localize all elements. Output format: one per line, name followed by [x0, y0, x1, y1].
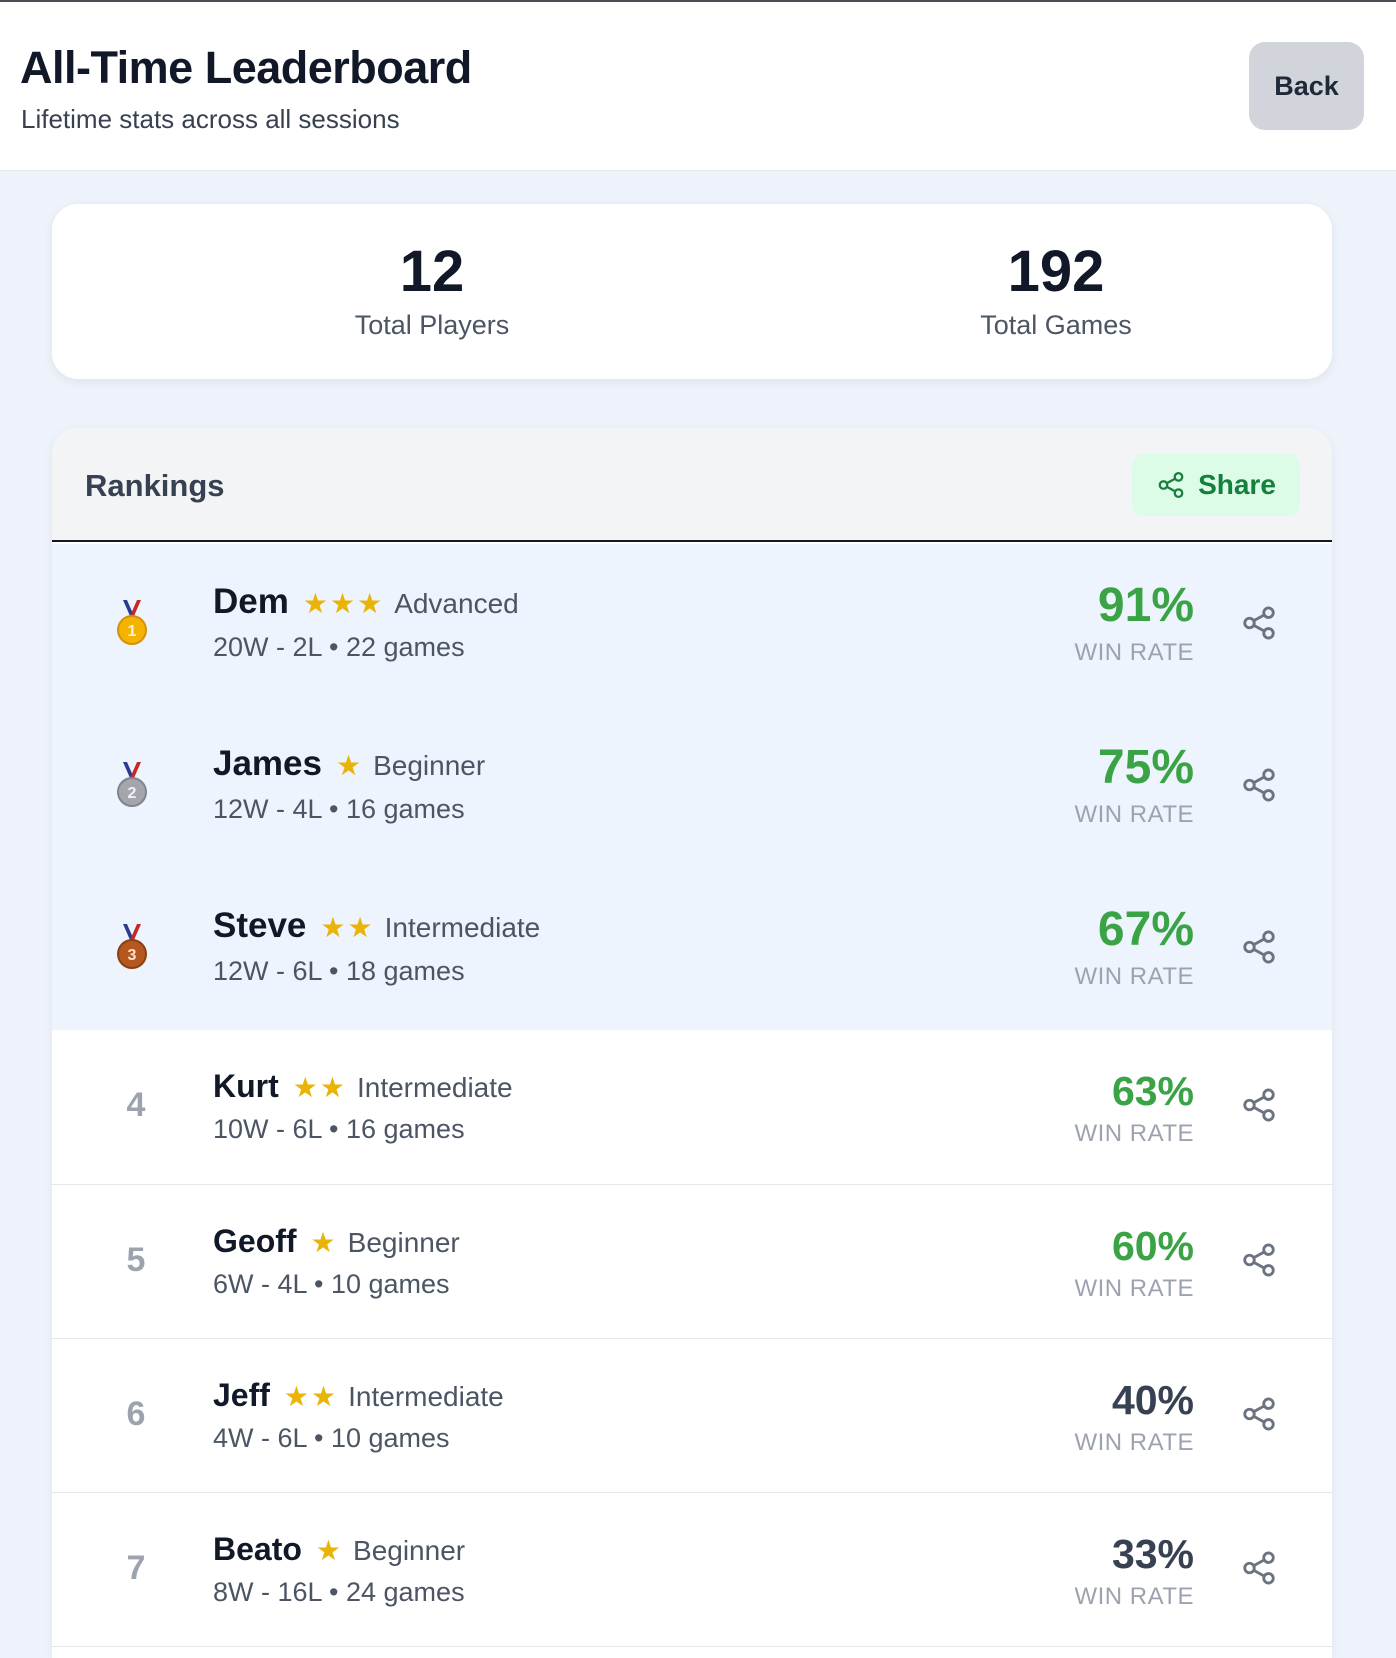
player-record: 10W - 6L • 16 games: [213, 1114, 465, 1144]
back-button[interactable]: Back: [1249, 42, 1364, 130]
silver-medal-icon: 2: [117, 762, 147, 807]
total-games-stat: 192 Total Games: [856, 240, 1256, 341]
page-subtitle: Lifetime stats across all sessions: [21, 104, 400, 134]
share-icon[interactable]: [1240, 766, 1278, 804]
skill-level: Beginner: [353, 1535, 466, 1566]
rankings-panel: Rankings Share 1 Dem ★★★ Advanced 20W - …: [52, 428, 1332, 1658]
skill-stars: ★★: [292, 1072, 347, 1103]
share-icon[interactable]: [1240, 928, 1278, 966]
player-name: Geoff: [213, 1223, 297, 1259]
rank-number: 5: [126, 1241, 146, 1279]
player-record: 12W - 6L • 18 games: [213, 956, 465, 986]
win-rate-value: 91%: [1097, 579, 1194, 632]
total-players-value: 12: [399, 239, 465, 304]
player-name-line: James ★ Beginner: [213, 744, 485, 784]
leaderboard-row[interactable]: 3 Steve ★★ Intermediate 12W - 6L • 18 ga…: [52, 868, 1332, 1030]
total-games-label: Total Games: [980, 310, 1132, 340]
win-rate-label: WIN RATE: [1074, 801, 1194, 828]
win-rate-value: 33%: [1111, 1531, 1194, 1577]
rankings-header: Rankings Share: [52, 428, 1332, 542]
player-name: Beato: [213, 1531, 302, 1567]
win-rate-value: 60%: [1111, 1223, 1194, 1269]
leaderboard-row[interactable]: 1 Dem ★★★ Advanced 20W - 2L • 22 games 9…: [52, 544, 1332, 706]
player-record: 6W - 4L • 10 games: [213, 1269, 450, 1299]
summary-stats-card: 12 Total Players 192 Total Games: [52, 204, 1332, 379]
player-record: 20W - 2L • 22 games: [213, 632, 465, 662]
skill-level: Advanced: [394, 588, 519, 619]
player-name: Steve: [213, 906, 307, 945]
svg-text:2: 2: [128, 785, 137, 802]
share-icon[interactable]: [1240, 1549, 1278, 1587]
skill-level: Beginner: [347, 1227, 460, 1258]
player-name-line: Beato ★ Beginner: [213, 1531, 465, 1568]
skill-level: Intermediate: [356, 1072, 513, 1103]
skill-stars: ★★: [320, 912, 375, 943]
leaderboard-row[interactable]: 6 Jeff ★★ Intermediate 4W - 6L • 10 game…: [52, 1339, 1332, 1493]
player-record: 4W - 6L • 10 games: [213, 1423, 450, 1453]
leaderboard-row[interactable]: 5 Geoff ★ Beginner 6W - 4L • 10 games 60…: [52, 1185, 1332, 1339]
player-name-line: Steve ★★ Intermediate: [213, 906, 540, 946]
win-rate-label: WIN RATE: [1074, 1583, 1194, 1610]
player-name: Jeff: [213, 1377, 270, 1413]
share-icon[interactable]: [1240, 604, 1278, 642]
skill-stars: ★: [310, 1227, 338, 1258]
win-rate-value: 63%: [1111, 1068, 1194, 1114]
rank-number: 4: [126, 1086, 146, 1124]
svg-text:1: 1: [128, 623, 137, 640]
total-players-label: Total Players: [354, 310, 510, 340]
skill-level: Intermediate: [384, 912, 541, 943]
rank-number: 7: [126, 1549, 146, 1587]
skill-stars: ★: [335, 750, 364, 781]
player-name: Kurt: [213, 1068, 279, 1104]
player-record: 12W - 4L • 16 games: [213, 794, 465, 824]
share-rankings-button[interactable]: Share: [1132, 454, 1300, 516]
page-header: All-Time Leaderboard Lifetime stats acro…: [0, 2, 1396, 171]
win-rate-value: 40%: [1111, 1377, 1194, 1423]
share-icon[interactable]: [1240, 1086, 1278, 1124]
bronze-medal-icon: 3: [117, 924, 147, 969]
gold-medal-icon: 1: [117, 600, 147, 645]
skill-stars: ★★★: [302, 588, 385, 619]
leaderboard-row[interactable]: 7 Beato ★ Beginner 8W - 16L • 24 games 3…: [52, 1493, 1332, 1647]
share-icon: [1156, 470, 1186, 500]
share-icon[interactable]: [1240, 1241, 1278, 1279]
win-rate-label: WIN RATE: [1074, 1120, 1194, 1147]
rank-number: 6: [126, 1395, 146, 1433]
svg-text:3: 3: [128, 947, 137, 964]
player-record: 8W - 16L • 24 games: [213, 1577, 465, 1607]
share-icon[interactable]: [1240, 1395, 1278, 1433]
leaderboard-row[interactable]: 4 Kurt ★★ Intermediate 10W - 6L • 16 gam…: [52, 1030, 1332, 1185]
player-name-line: Dem ★★★ Advanced: [213, 582, 519, 622]
win-rate-value: 75%: [1097, 741, 1194, 794]
win-rate-label: WIN RATE: [1074, 1275, 1194, 1302]
player-name-line: Jeff ★★ Intermediate: [213, 1377, 504, 1414]
share-label: Share: [1198, 469, 1276, 500]
leaderboard-row[interactable]: 2 James ★ Beginner 12W - 4L • 16 games 7…: [52, 706, 1332, 868]
skill-level: Beginner: [373, 750, 486, 781]
player-name: Dem: [213, 582, 289, 621]
rankings-title: Rankings: [85, 468, 225, 503]
win-rate-label: WIN RATE: [1074, 639, 1194, 666]
total-games-value: 192: [1007, 239, 1105, 304]
page-title: All-Time Leaderboard: [20, 42, 472, 93]
total-players-stat: 12 Total Players: [232, 240, 632, 341]
player-name: James: [213, 744, 322, 783]
win-rate-label: WIN RATE: [1074, 1429, 1194, 1456]
skill-stars: ★: [315, 1535, 344, 1566]
win-rate-label: WIN RATE: [1074, 963, 1194, 990]
win-rate-value: 67%: [1097, 903, 1194, 956]
skill-level: Intermediate: [348, 1381, 504, 1412]
player-name-line: Geoff ★ Beginner: [213, 1223, 460, 1260]
player-name-line: Kurt ★★ Intermediate: [213, 1068, 513, 1105]
skill-stars: ★★: [283, 1381, 339, 1412]
